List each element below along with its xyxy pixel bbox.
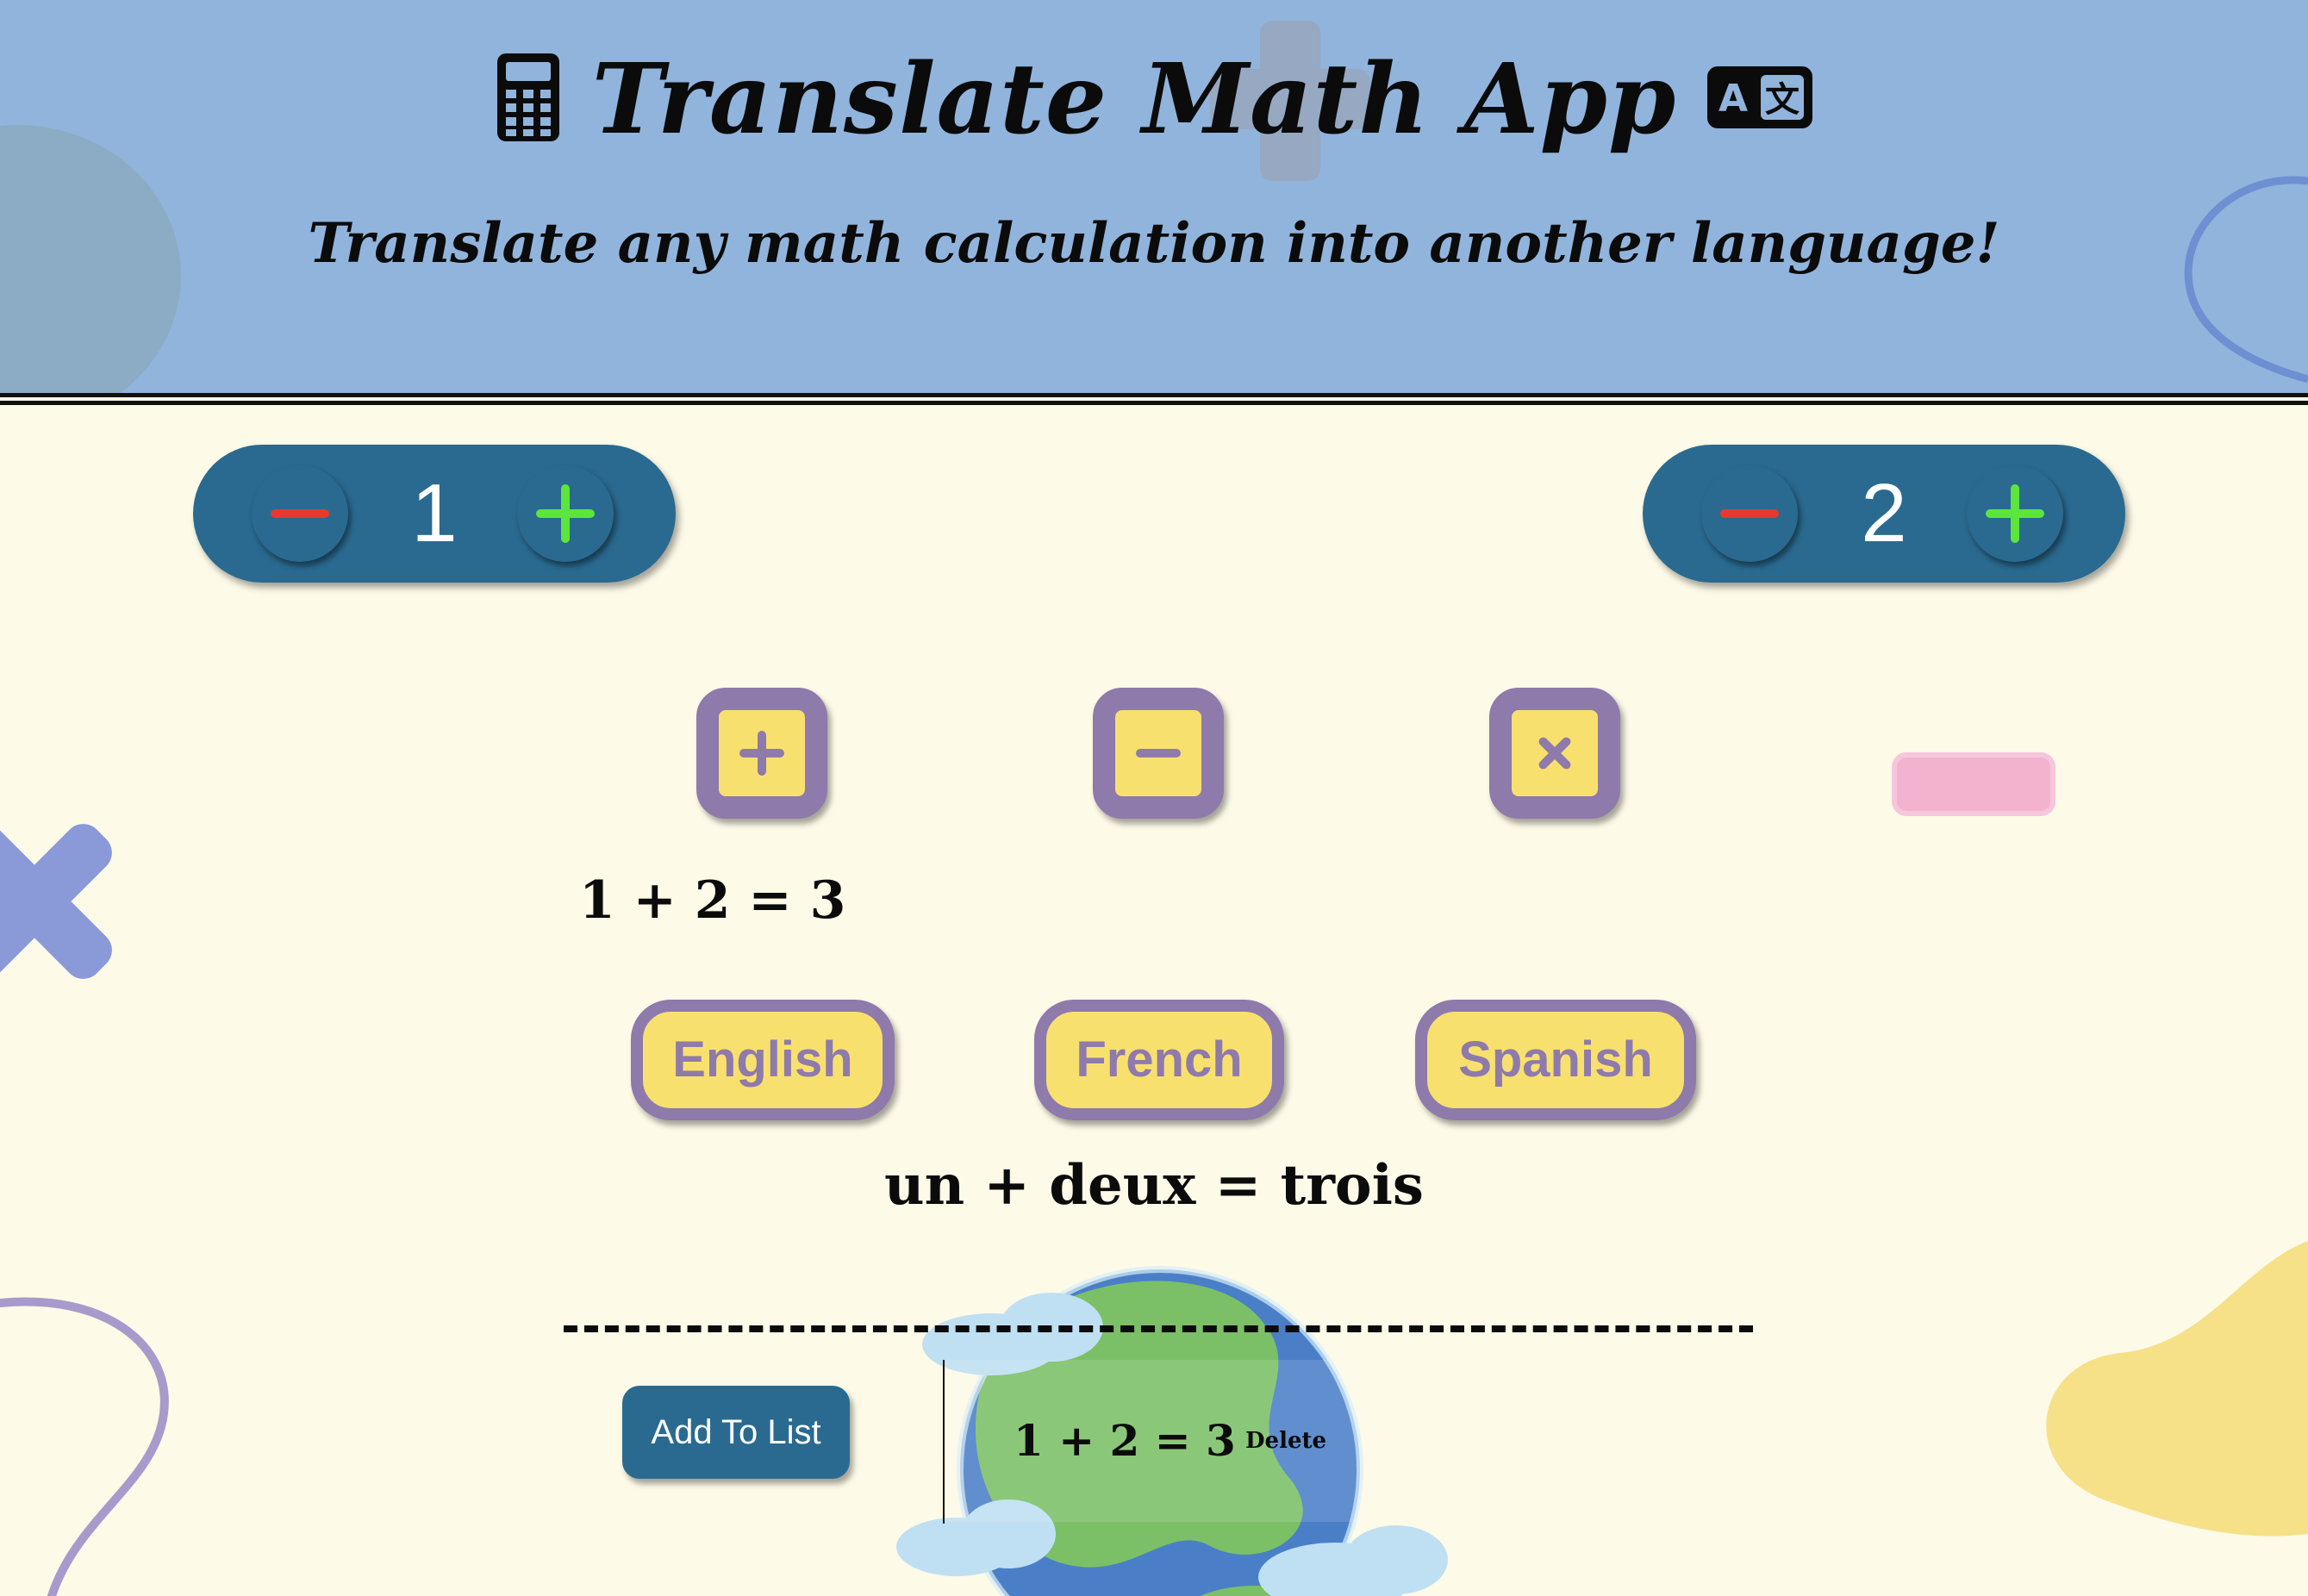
plus-icon xyxy=(536,484,595,543)
page-title: Translate Math App xyxy=(591,42,1677,156)
section-divider xyxy=(564,1325,1753,1332)
second-number-stepper: 2 xyxy=(1643,445,2125,583)
first-number-stepper: 1 xyxy=(193,445,676,583)
list-item-delete-button[interactable]: Delete xyxy=(1245,1428,1326,1454)
second-decrement-button[interactable] xyxy=(1701,465,1798,562)
page-subtitle: Translate any math calculation into anot… xyxy=(308,211,2000,276)
svg-text:文: 文 xyxy=(1765,80,1800,120)
minus-icon xyxy=(1720,509,1779,518)
multiply-operation-button[interactable] xyxy=(1489,688,1620,819)
french-button[interactable]: French xyxy=(1034,1000,1284,1120)
equation-result: 1 + 2 = 3 xyxy=(579,870,846,931)
title-row: Translate Math App A 文 xyxy=(0,34,2308,164)
first-decrement-button[interactable] xyxy=(252,465,348,562)
times-icon xyxy=(1538,737,1571,770)
minus-icon xyxy=(271,509,329,518)
minus-icon xyxy=(1136,749,1181,757)
list-divider xyxy=(943,1360,945,1524)
header-divider xyxy=(0,393,2308,405)
translated-equation: un + deux = trois xyxy=(884,1153,1424,1218)
plus-icon xyxy=(739,731,784,776)
plus-icon xyxy=(1986,484,2044,543)
spanish-button[interactable]: Spanish xyxy=(1415,1000,1696,1120)
add-operation-button[interactable] xyxy=(696,688,827,819)
first-increment-button[interactable] xyxy=(517,465,614,562)
second-number-value: 2 xyxy=(1861,467,1907,559)
translate-icon: A 文 xyxy=(1706,65,1814,134)
second-increment-button[interactable] xyxy=(1967,465,2063,562)
subtract-operation-button[interactable] xyxy=(1093,688,1224,819)
app-header: Translate Math App A 文 Translate any mat… xyxy=(0,0,2308,393)
list-item-equation: 1 + 2 = 3 xyxy=(1014,1415,1236,1466)
add-to-list-button[interactable]: Add To List xyxy=(622,1386,850,1479)
calculator-icon xyxy=(494,50,563,148)
first-number-value: 1 xyxy=(411,467,458,559)
english-button[interactable]: English xyxy=(631,1000,895,1120)
svg-text:A: A xyxy=(1719,77,1748,121)
